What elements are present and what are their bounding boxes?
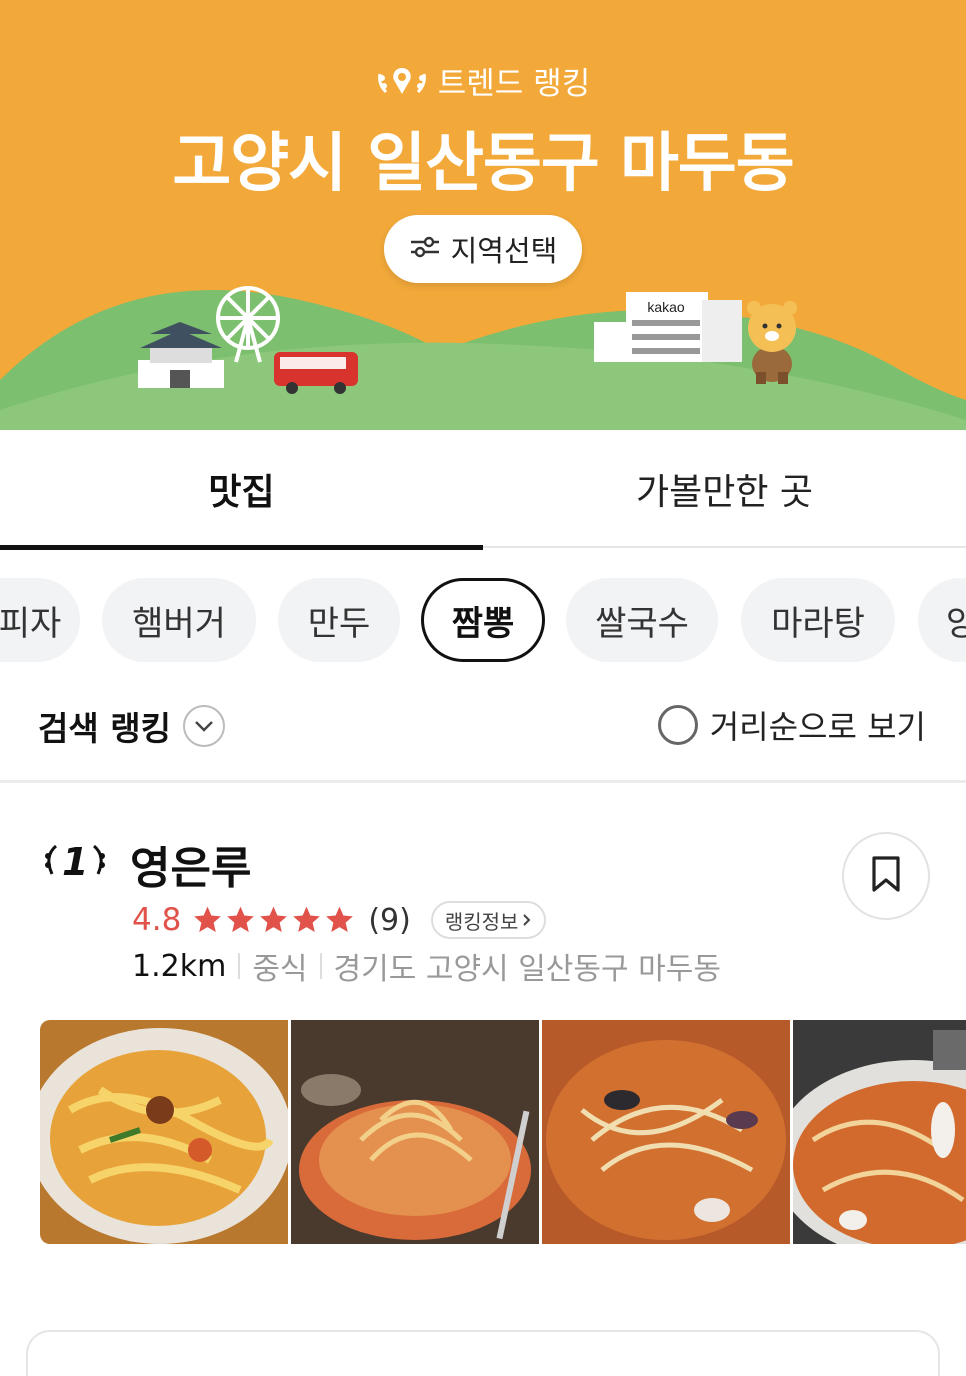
region-select-label: 지역선택 xyxy=(450,234,558,268)
rank-number: 1 xyxy=(62,840,89,884)
rating-row: 4.8 (9) 랭킹정보 xyxy=(132,896,547,944)
chip-dumpling[interactable]: 만두 xyxy=(278,578,400,662)
region-title: 고양시 일산동구 마두동 xyxy=(172,127,794,201)
seafood-jjamppong-photo[interactable] xyxy=(542,1020,790,1244)
ranking-info-button[interactable]: 랭킹정보 xyxy=(430,901,547,939)
cuisine-category: 중식 xyxy=(252,952,308,987)
ranking-type-label: 검색 랭킹 xyxy=(38,709,171,748)
squid-jjamppong-photo[interactable] xyxy=(793,1020,966,1244)
chevron-right-icon xyxy=(522,908,532,932)
next-restaurant-card[interactable] xyxy=(26,1330,940,1376)
main-tabs: 맛집 가볼만한 곳 xyxy=(0,430,966,550)
star-icon xyxy=(260,906,288,932)
chip-malatang[interactable]: 마라탕 xyxy=(741,578,895,662)
laurel-left-icon xyxy=(40,842,60,882)
chip-jjamppong[interactable]: 짬뽕 xyxy=(421,578,545,662)
restaurant-meta: 1.2km 중식 경기도 고양시 일산동구 마두동 xyxy=(132,945,721,988)
radio-unchecked-icon xyxy=(657,705,698,745)
chip-partial[interactable]: 양 xyxy=(918,578,966,662)
laurel-right-icon xyxy=(90,842,110,882)
bookmark-icon xyxy=(871,855,901,897)
star-icon xyxy=(293,906,321,932)
bookmark-button[interactable] xyxy=(842,832,930,920)
udon-jjamppong-photo[interactable] xyxy=(40,1020,288,1244)
star-icon xyxy=(326,906,354,932)
laurel-location-icon xyxy=(376,64,428,98)
photo-strip[interactable] xyxy=(40,1020,966,1244)
trend-ranking-banner: kakao 트렌드 랭킹 고양시 일산동구 마두동 지역선택 xyxy=(0,0,966,430)
restaurant-name[interactable]: 영은루 xyxy=(130,832,251,896)
jjamppong-bowl-photo[interactable] xyxy=(291,1020,539,1244)
section-divider xyxy=(0,780,966,783)
distance-sort-toggle[interactable]: 거리순으로 보기 xyxy=(657,702,926,748)
review-count[interactable]: (9) xyxy=(368,903,411,938)
kakao-building-sign: kakao xyxy=(647,299,685,315)
tab-places-to-visit[interactable]: 가볼만한 곳 xyxy=(483,430,966,548)
category-chip-bar: 피자 햄버거 만두 짬뽕 쌀국수 마라탕 양 xyxy=(0,578,966,662)
star-rating xyxy=(191,904,356,936)
star-icon xyxy=(194,906,222,932)
distance-sort-label: 거리순으로 보기 xyxy=(709,708,926,746)
chip-rice-noodle[interactable]: 쌀국수 xyxy=(566,578,718,662)
star-icon xyxy=(227,906,255,932)
trend-ranking-label: 트렌드 랭킹 xyxy=(437,66,591,102)
meta-divider xyxy=(238,953,241,979)
filter-sliders-icon xyxy=(409,235,441,263)
rank-badge: 1 xyxy=(40,840,110,884)
address-text: 경기도 고양시 일산동구 마두동 xyxy=(333,952,721,987)
ryan-character-illustration xyxy=(747,301,797,384)
region-select-button[interactable]: 지역선택 xyxy=(384,215,582,283)
chevron-down-icon xyxy=(182,705,225,747)
ranking-type-dropdown[interactable]: 검색 랭킹 xyxy=(38,702,225,750)
meta-divider xyxy=(319,953,322,979)
chip-pizza[interactable]: 피자 xyxy=(0,578,80,662)
ranking-info-label: 랭킹정보 xyxy=(444,909,519,934)
rating-value: 4.8 xyxy=(132,902,182,938)
tab-restaurants[interactable]: 맛집 xyxy=(0,430,483,550)
distance-text: 1.2km xyxy=(132,948,227,984)
chip-hamburger[interactable]: 햄버거 xyxy=(102,578,256,662)
sort-row: 검색 랭킹 거리순으로 보기 xyxy=(0,688,966,762)
